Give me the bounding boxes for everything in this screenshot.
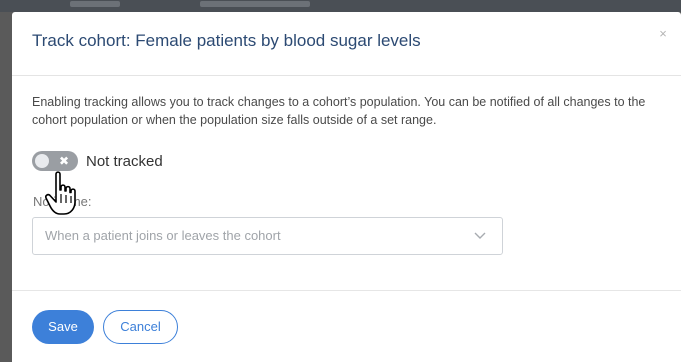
toggle-knob (35, 154, 49, 168)
footer-divider (12, 290, 681, 291)
tracking-toggle-row: ✖ Not tracked (32, 150, 163, 172)
tracking-toggle[interactable]: ✖ (32, 151, 78, 171)
close-icon: × (659, 26, 667, 41)
track-cohort-dialog: Track cohort: Female patients by blood s… (12, 12, 681, 362)
save-button[interactable]: Save (32, 310, 94, 344)
dialog-header: Track cohort: Female patients by blood s… (12, 12, 681, 76)
notify-select[interactable]: When a patient joins or leaves the cohor… (32, 217, 503, 255)
background-text (70, 1, 120, 7)
cancel-button[interactable]: Cancel (103, 310, 178, 344)
background-text (200, 1, 310, 7)
chevron-down-icon (474, 232, 486, 239)
tracking-description: Enabling tracking allows you to track ch… (32, 95, 646, 127)
close-button[interactable]: × (655, 26, 671, 42)
notify-me-label: Notify me: (33, 194, 92, 209)
notify-select-value: When a patient joins or leaves the cohor… (45, 228, 281, 243)
tracking-status-label: Not tracked (86, 152, 163, 170)
x-icon: ✖ (58, 154, 70, 168)
background-page-strip (0, 0, 681, 12)
dialog-title: Track cohort: Female patients by blood s… (32, 31, 421, 50)
